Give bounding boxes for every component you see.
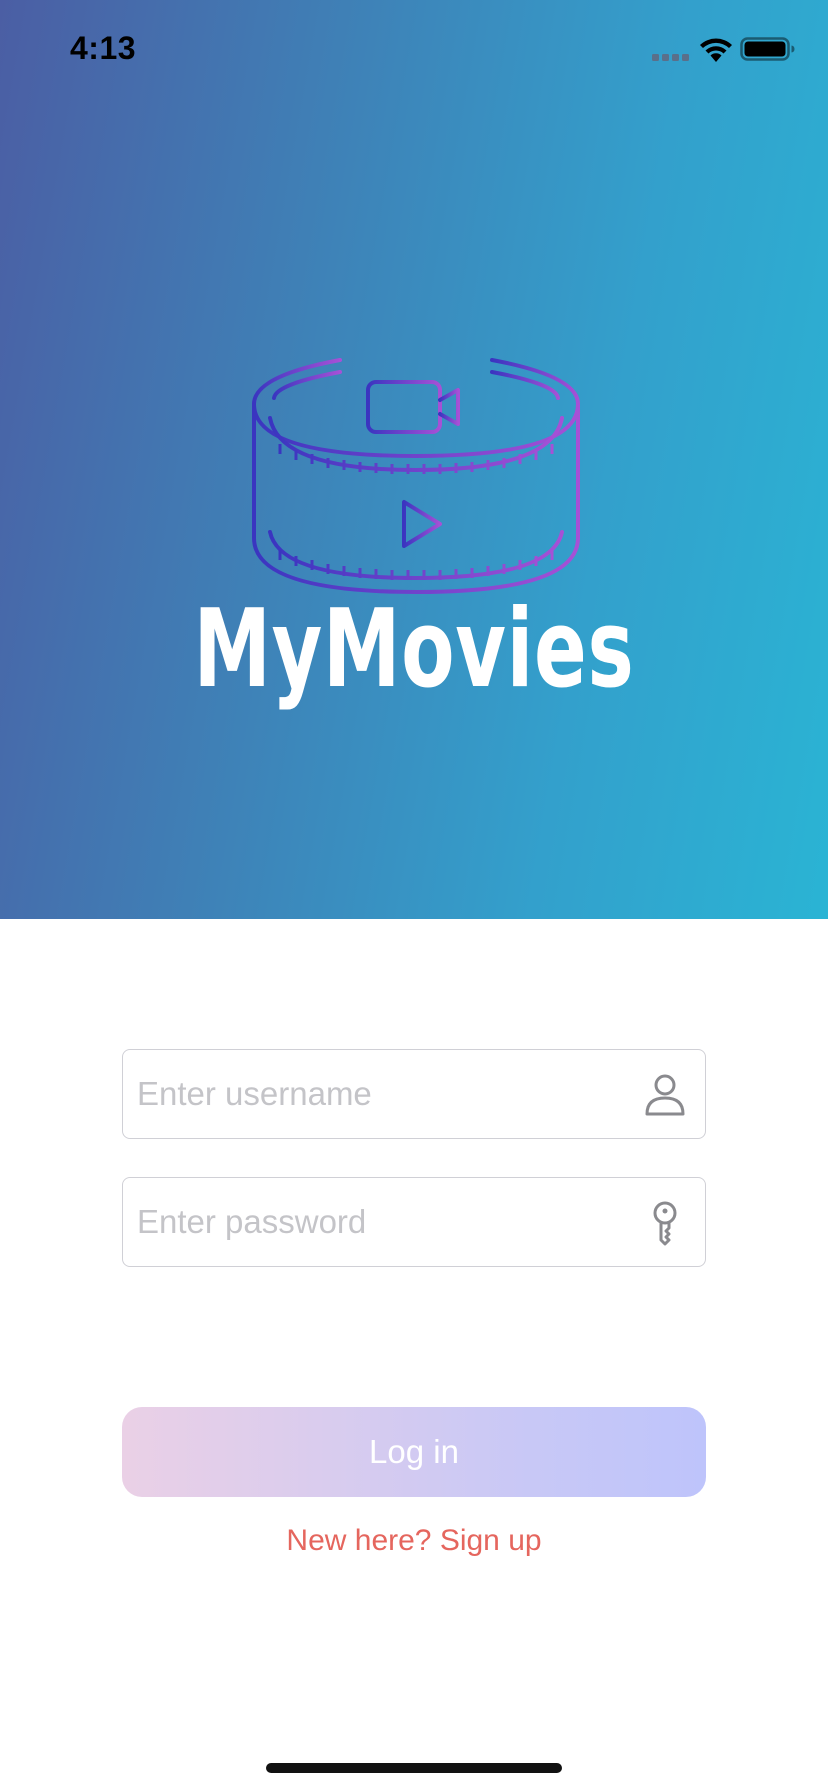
person-icon xyxy=(645,1074,685,1116)
wifi-icon xyxy=(700,38,732,62)
film-reel-logo-icon xyxy=(252,358,580,594)
home-indicator[interactable] xyxy=(266,1763,562,1773)
login-button[interactable]: Log in xyxy=(122,1407,706,1497)
battery-icon xyxy=(740,37,795,61)
username-field[interactable] xyxy=(122,1049,706,1139)
password-input[interactable] xyxy=(137,1178,617,1266)
app-title: MyMovies xyxy=(193,587,635,712)
status-time: 4:13 xyxy=(70,30,137,66)
cellular-signal-icon xyxy=(652,54,689,61)
status-bar: 4:13 xyxy=(0,0,828,100)
password-field[interactable] xyxy=(122,1177,706,1267)
username-input[interactable] xyxy=(137,1050,617,1138)
signup-link[interactable]: New here? Sign up xyxy=(0,1524,828,1558)
key-icon xyxy=(653,1201,677,1246)
hero-banner: 4:13 MyMovies xyxy=(0,0,828,919)
